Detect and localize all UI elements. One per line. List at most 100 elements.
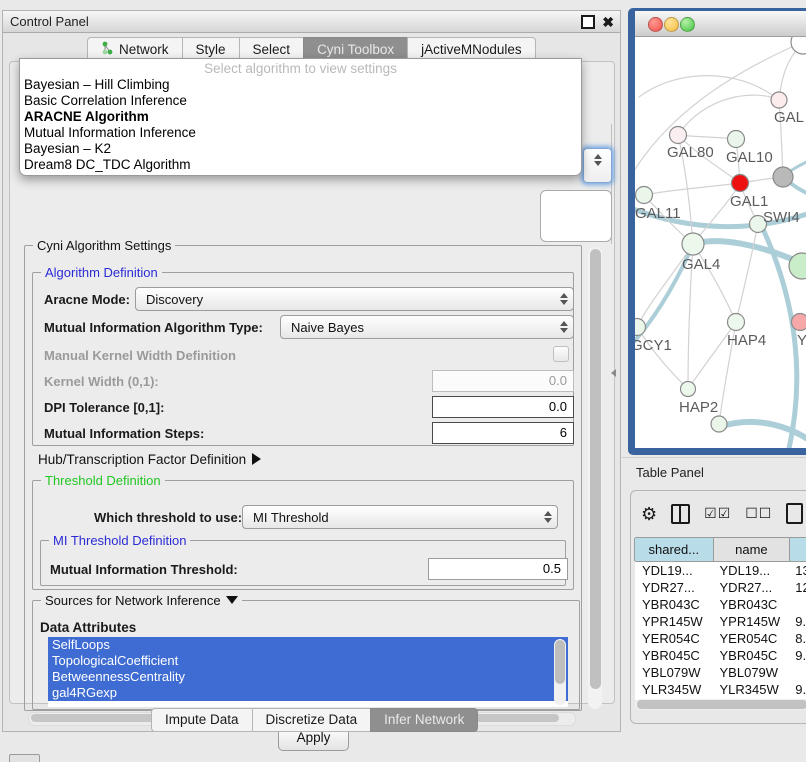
network-edge[interactable] bbox=[639, 76, 779, 100]
tab-label: Network bbox=[119, 42, 169, 57]
combo-spinner-icon bbox=[539, 511, 557, 523]
table-header-row: shared...name bbox=[635, 537, 806, 562]
table-row[interactable]: YDR27...YDR27...12 bbox=[635, 579, 806, 596]
network-node-gal[interactable] bbox=[771, 92, 787, 108]
table-row[interactable]: YLR345WYLR345W9. bbox=[635, 681, 806, 698]
network-node-gal11[interactable] bbox=[636, 187, 653, 204]
network-node-gal4[interactable] bbox=[682, 233, 704, 255]
bottom-tab-infer-network[interactable]: Infer Network bbox=[370, 708, 478, 732]
dpi-tolerance-field[interactable]: 0.0 bbox=[432, 396, 574, 418]
bottom-tab-impute-data[interactable]: Impute Data bbox=[151, 708, 253, 732]
column-header[interactable]: shared... bbox=[634, 538, 714, 561]
zoom-window-icon[interactable] bbox=[680, 17, 695, 32]
kernel-width-label: Kernel Width (0,1): bbox=[44, 374, 159, 389]
mi-steps-field[interactable]: 6 bbox=[432, 422, 574, 444]
table-row[interactable]: YDL19...YDL19...13 bbox=[635, 562, 806, 579]
function-builder-icon[interactable] bbox=[786, 503, 803, 524]
table-cell: YDR27... bbox=[635, 579, 713, 596]
attribute-item[interactable]: gal4RGexp bbox=[48, 685, 568, 701]
network-node[interactable] bbox=[773, 167, 793, 187]
manual-kernel-width-checkbox[interactable] bbox=[553, 346, 569, 362]
mi-threshold-field[interactable]: 0.5 bbox=[428, 558, 568, 580]
kernel-width-field[interactable]: 0.0 bbox=[432, 370, 574, 392]
table-row[interactable]: YPR145WYPR145W9. bbox=[635, 613, 806, 630]
select-all-checkboxes-icon[interactable]: ☑☑ bbox=[704, 505, 731, 522]
hub-tf-definition-toggle[interactable]: Hub/Transcription Factor Definition bbox=[38, 452, 261, 467]
network-node-gal80[interactable] bbox=[670, 127, 687, 144]
mi-algorithm-type-combo[interactable]: Naive Bayes bbox=[280, 315, 574, 339]
table-row[interactable]: YBR045CYBR045C9. bbox=[635, 647, 806, 664]
data-attributes-list[interactable]: SelfLoopsTopologicalCoefficientBetweenne… bbox=[48, 637, 568, 707]
attribute-item[interactable]: SelfLoops bbox=[48, 637, 568, 653]
mi-steps-label: Mutual Information Steps: bbox=[44, 426, 204, 441]
bottom-tab-discretize-data[interactable]: Discretize Data bbox=[252, 708, 372, 732]
minimize-window-icon[interactable] bbox=[664, 17, 679, 32]
network-edge[interactable] bbox=[644, 183, 740, 195]
table-cell: YDL19... bbox=[635, 562, 713, 579]
settings-scrollbar[interactable] bbox=[588, 247, 602, 709]
collapsed-corner-widget[interactable] bbox=[9, 754, 40, 762]
table-settings-gear-icon[interactable]: ⚙ bbox=[641, 505, 657, 523]
network-edge[interactable] bbox=[736, 224, 758, 322]
network-node-gal10[interactable] bbox=[728, 131, 745, 148]
close-panel-icon[interactable]: ✖ bbox=[602, 16, 614, 28]
dropdown-item[interactable]: Mutual Information Inference bbox=[20, 125, 581, 141]
close-window-icon[interactable] bbox=[648, 17, 663, 32]
dropdown-item[interactable]: ARACNE Algorithm bbox=[20, 109, 581, 125]
network-edge[interactable] bbox=[678, 95, 779, 135]
aracne-mode-combo[interactable]: Discovery bbox=[135, 287, 574, 311]
table-horizontal-scrollbar[interactable] bbox=[635, 699, 806, 710]
node-label: GCY1 bbox=[635, 337, 672, 354]
table-cell: YBR043C bbox=[635, 596, 713, 613]
table-cell: YBR045C bbox=[635, 647, 713, 664]
network-node[interactable] bbox=[711, 416, 727, 432]
table-cell: YER054C bbox=[635, 630, 713, 647]
table-cell: 9. bbox=[788, 613, 806, 630]
attributes-scrollbar[interactable] bbox=[554, 639, 566, 705]
network-node-hap4[interactable] bbox=[728, 314, 745, 331]
table-cell bbox=[788, 596, 806, 613]
dropdown-item[interactable]: Bayesian – Hill Climbing bbox=[20, 77, 581, 93]
column-header[interactable]: name bbox=[713, 538, 791, 561]
table-row[interactable]: YBR043CYBR043C bbox=[635, 596, 806, 613]
deselect-all-checkboxes-icon[interactable]: ☐☐ bbox=[745, 505, 772, 522]
dpi-tolerance-label: DPI Tolerance [0,1]: bbox=[44, 400, 164, 415]
algorithm-combo-arrow[interactable] bbox=[583, 148, 612, 183]
threshold-definition-title: Threshold Definition bbox=[41, 473, 165, 488]
float-panel-icon[interactable] bbox=[581, 15, 595, 29]
table-row[interactable]: YER054CYER054C8. bbox=[635, 630, 806, 647]
aracne-mode-value: Discovery bbox=[136, 292, 555, 307]
dropdown-item[interactable]: Basic Correlation Inference bbox=[20, 93, 581, 109]
network-canvas[interactable]: GALGAL80GAL10GAL1GAL11SWI4GAL4GCY1HAP4YH… bbox=[635, 37, 806, 448]
hub-tf-definition-label: Hub/Transcription Factor Definition bbox=[38, 452, 246, 467]
table-panel: ⚙ ☑☑ ☐☐ shared...name YDL19...YDL19...13… bbox=[630, 490, 806, 724]
attribute-item[interactable]: TopologicalCoefficient bbox=[48, 653, 568, 669]
collapsed-arrow-icon bbox=[252, 453, 261, 465]
which-threshold-label: Which threshold to use: bbox=[94, 510, 242, 525]
column-layout-icon[interactable] bbox=[671, 504, 690, 524]
hidden-widget-sliver bbox=[540, 190, 612, 242]
mi-algorithm-type-value: Naive Bayes bbox=[281, 320, 555, 335]
cyni-bottom-tabbar: Impute Data Discretize DataInfer Network bbox=[151, 708, 478, 732]
which-threshold-combo[interactable]: MI Threshold bbox=[242, 505, 558, 529]
column-header[interactable] bbox=[789, 538, 806, 561]
network-node-hap2[interactable] bbox=[681, 382, 696, 397]
node-label: GAL4 bbox=[682, 256, 720, 273]
network-window-titlebar[interactable] bbox=[635, 11, 806, 37]
network-node-gcy1[interactable] bbox=[635, 319, 646, 336]
panel-divider[interactable] bbox=[622, 457, 806, 458]
aracne-mode-label: Aracne Mode: bbox=[44, 292, 130, 307]
mi-algorithm-type-label: Mutual Information Algorithm Type: bbox=[44, 320, 263, 335]
table-row[interactable]: YBL079WYBL079W bbox=[635, 664, 806, 681]
dropdown-item[interactable]: Bayesian – K2 bbox=[20, 141, 581, 157]
table-cell: YBR045C bbox=[713, 647, 789, 664]
network-node-gal1[interactable] bbox=[732, 175, 749, 192]
bottom-tab-label: Impute Data bbox=[165, 712, 239, 727]
network-node[interactable] bbox=[791, 37, 806, 54]
attribute-item[interactable]: BetweennessCentrality bbox=[48, 669, 568, 685]
dropdown-item[interactable]: Dream8 DC_TDC Algorithm bbox=[20, 157, 581, 173]
network-node-y[interactable] bbox=[792, 314, 806, 331]
control-panel-titlebar[interactable]: Control Panel ✖ bbox=[3, 11, 620, 33]
splitter-collapse-icon[interactable] bbox=[611, 369, 616, 377]
table-cell bbox=[788, 664, 806, 681]
